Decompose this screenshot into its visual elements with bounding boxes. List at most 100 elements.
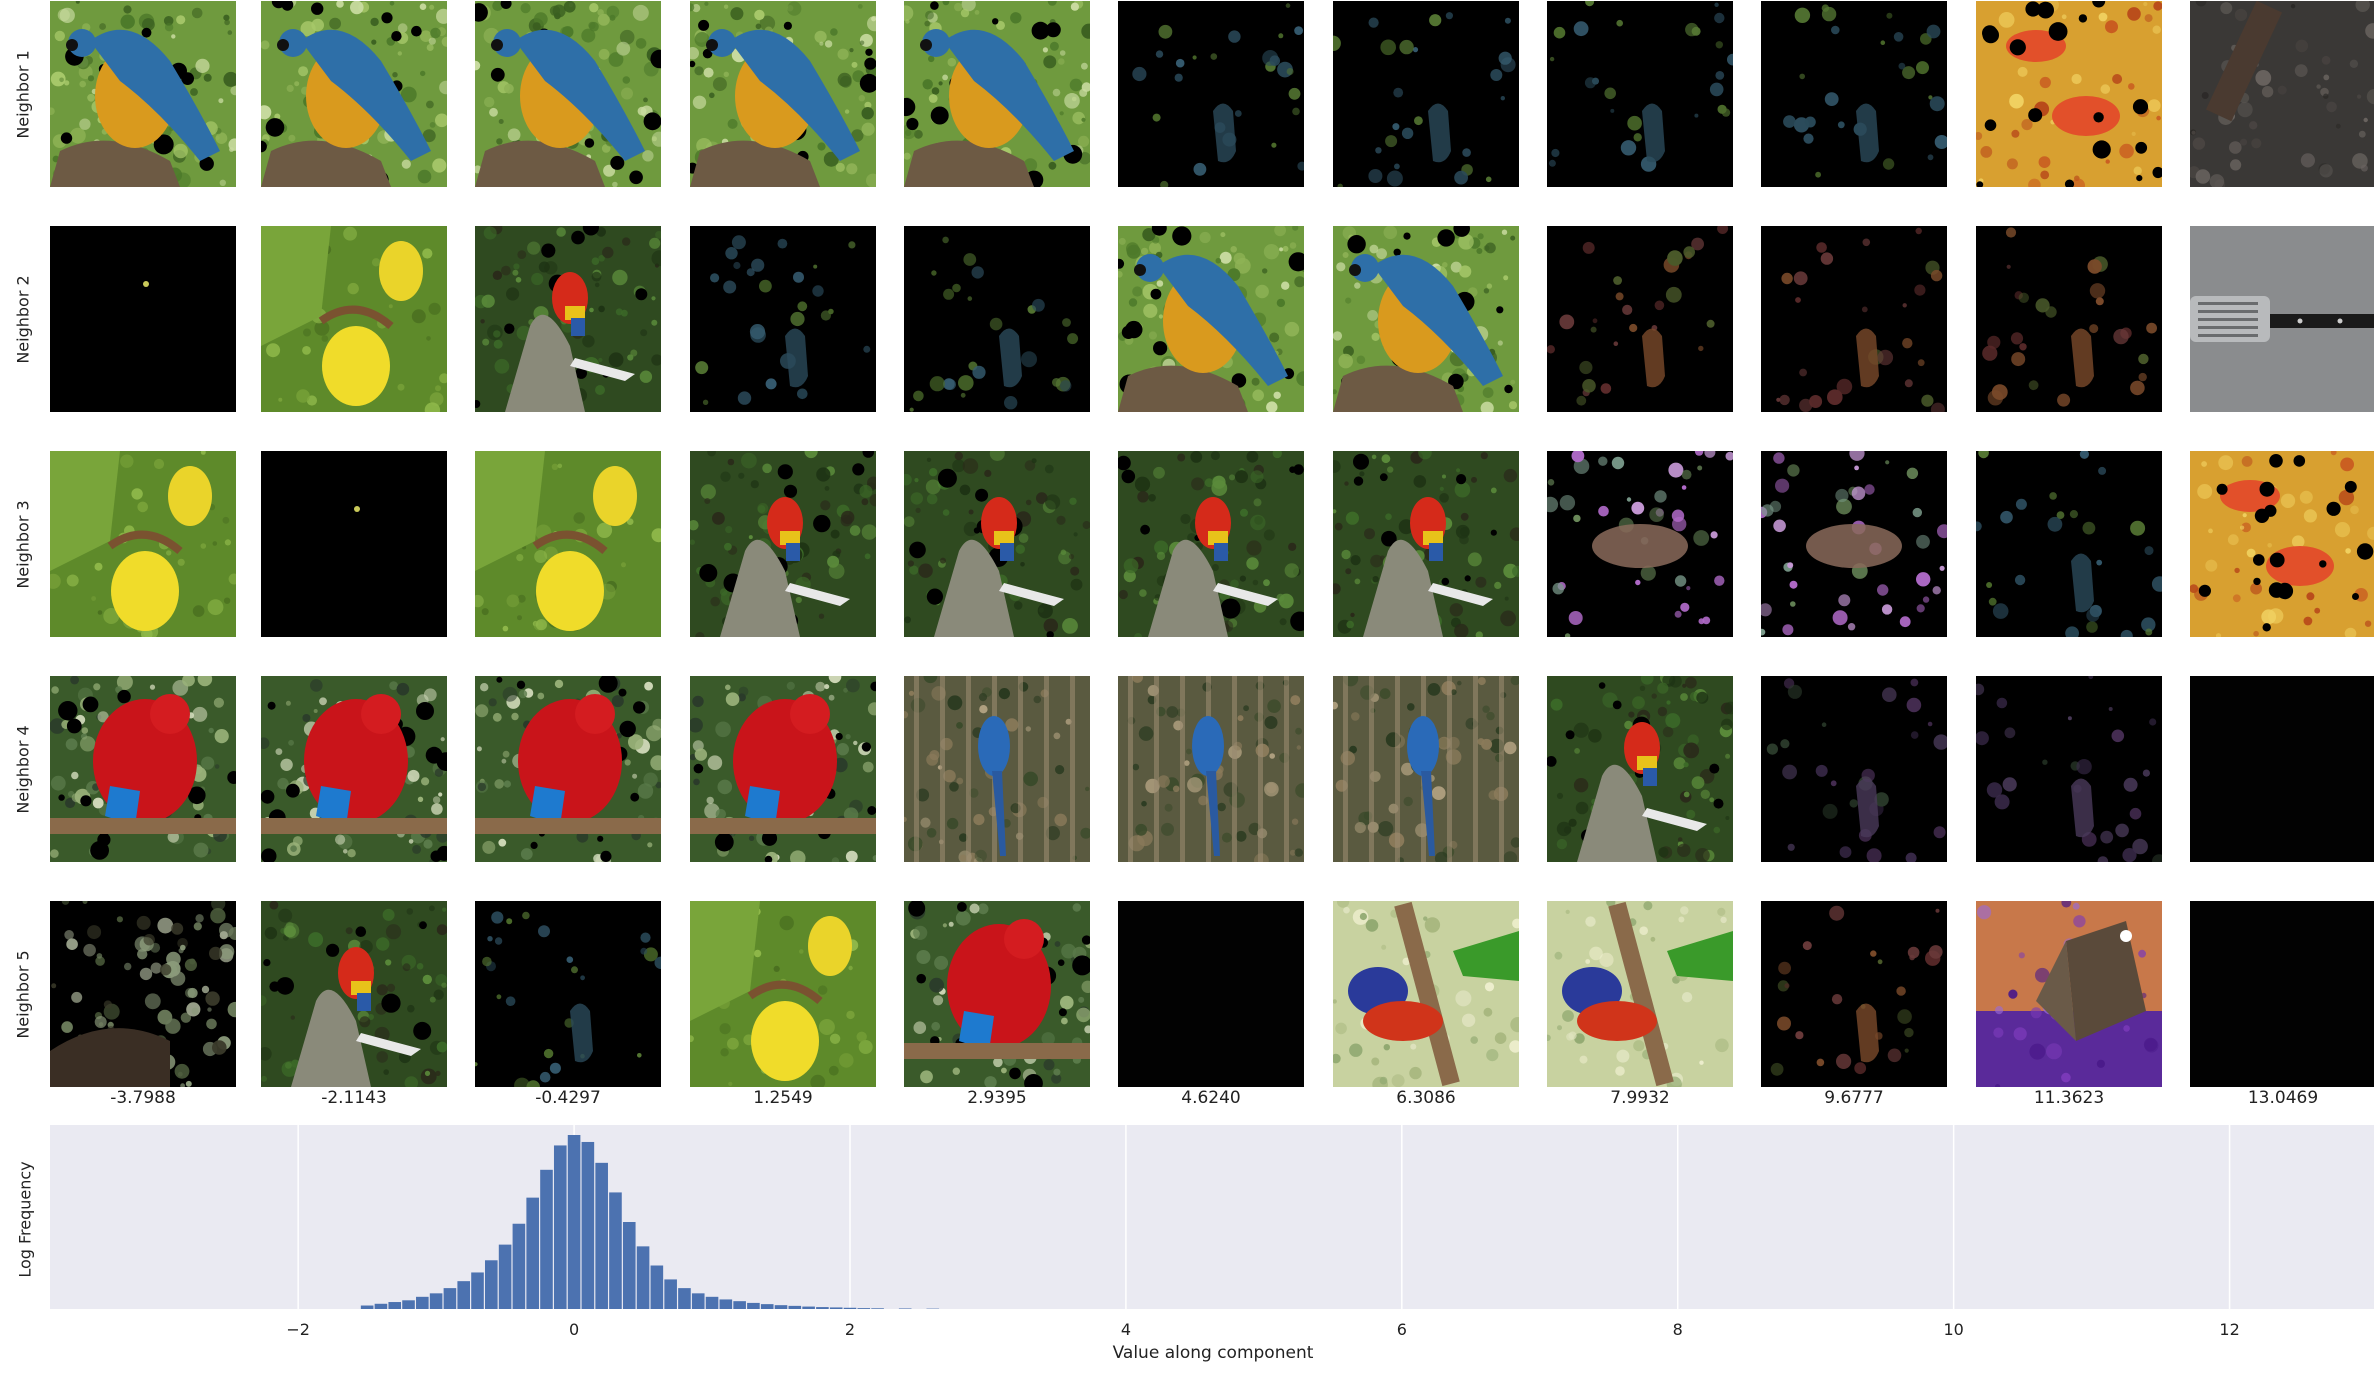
neighbor-image-r4-c2 — [261, 676, 447, 862]
neighbor-image-r3-c9 — [1761, 451, 1947, 637]
neighbor-image-r2-c8 — [1547, 226, 1733, 412]
histogram-bar — [429, 1293, 443, 1309]
neighbor-image-r5-c7 — [1333, 901, 1519, 1087]
row-label-neighbor-1: Neighbor 1 — [13, 49, 33, 139]
histogram-bar — [719, 1299, 733, 1309]
x-tick-label: 10 — [1943, 1320, 1963, 1339]
neighbor-image-r3-c6 — [1118, 451, 1304, 637]
neighbor-image-r3-c5 — [904, 451, 1090, 637]
histogram-bar — [774, 1305, 788, 1309]
neighbor-image-r3-c10 — [1976, 451, 2162, 637]
column-value-label: 11.3623 — [2033, 1088, 2105, 1108]
image-scarlet-macaw-branch — [904, 451, 1090, 637]
image-scarlet-macaw-branch — [690, 451, 876, 637]
histogram-bar — [526, 1197, 539, 1309]
neighbor-image-r2-c6 — [1118, 226, 1304, 412]
image-macaw-blue-gold — [1118, 226, 1304, 412]
histogram-bar — [843, 1307, 857, 1309]
neighbor-image-r2-c11 — [2190, 226, 2374, 412]
histogram-bar — [678, 1288, 691, 1309]
image-dark-sparse-red — [1976, 226, 2162, 412]
image-dark-plants — [50, 901, 236, 1087]
neighbor-image-r2-c9 — [1761, 226, 1947, 412]
histogram-bar — [691, 1293, 705, 1309]
histogram-bar — [402, 1300, 415, 1309]
column-value-label: -3.7988 — [110, 1088, 176, 1108]
row-label-neighbor-3: Neighbor 3 — [13, 499, 33, 589]
neighbor-image-r5-c9 — [1761, 901, 1947, 1087]
histogram-panel: −2 0 2 4 6 8 10 12 Value along component — [0, 1120, 2374, 1382]
neighbor-image-r3-c3 — [475, 451, 661, 637]
neighbor-image-r1-c10 — [1976, 1, 2162, 187]
neighbor-image-r1-c6 — [1118, 1, 1304, 187]
neighbor-image-r5-c2 — [261, 901, 447, 1087]
image-scarlet-macaw-branch — [1333, 451, 1519, 637]
x-tick-label: 2 — [845, 1320, 855, 1339]
image-macaw-blue-gold — [904, 1, 1090, 187]
neighbor-image-r5-c8 — [1547, 901, 1733, 1087]
neighbor-image-r2-c2 — [261, 226, 447, 412]
image-black — [2190, 676, 2374, 862]
x-tick-label: 0 — [569, 1320, 579, 1339]
neighbor-image-r3-c1 — [50, 451, 236, 637]
histogram-bar — [622, 1222, 636, 1309]
column-value-label: 4.6240 — [1181, 1088, 1241, 1108]
x-tick-label: −2 — [286, 1320, 310, 1339]
image-scarlet-macaw-branch — [1547, 676, 1733, 862]
image-red-macaw — [904, 901, 1090, 1087]
histogram-bar — [636, 1246, 650, 1309]
histogram-bar — [705, 1296, 719, 1309]
image-dark-sparse-green — [690, 226, 876, 412]
image-lorikeet-branch — [1333, 901, 1519, 1087]
neighbor-image-r1-c1 — [50, 1, 236, 187]
histogram-bar — [388, 1302, 402, 1309]
x-tick-label: 6 — [1397, 1320, 1407, 1339]
column-value-label: 6.3086 — [1396, 1088, 1456, 1108]
image-black-dot — [50, 226, 236, 412]
x-tick-label: 12 — [2219, 1320, 2239, 1339]
image-pizza — [1976, 1, 2162, 187]
image-yellow-orchid — [475, 451, 661, 637]
x-axis-label: Value along component — [1113, 1343, 1314, 1363]
histogram-bar — [609, 1192, 622, 1309]
x-tick-label: 4 — [1121, 1320, 1131, 1339]
image-blue-macaw-forest — [904, 676, 1090, 862]
histogram-bar — [512, 1223, 526, 1309]
column-value-label: 13.0469 — [2247, 1088, 2319, 1108]
histogram-bar — [374, 1303, 388, 1309]
image-macaw-blue-gold — [475, 1, 661, 187]
image-dark-sparse-purple — [1761, 676, 1947, 862]
histogram-bar — [498, 1244, 512, 1309]
histogram-bar — [581, 1141, 595, 1309]
neighbor-image-r1-c11 — [2190, 1, 2374, 187]
neighbor-image-r3-c11 — [2190, 451, 2374, 637]
histogram-chart: −2 0 2 4 6 8 10 12 Value along component — [50, 1125, 2374, 1363]
neighbor-image-r4-c4 — [690, 676, 876, 862]
image-lorikeet-branch — [1547, 901, 1733, 1087]
image-dark-sparse-red — [1547, 226, 1733, 412]
histogram-bar — [360, 1305, 374, 1309]
image-yellow-orchid — [690, 901, 876, 1087]
column-value-label: 7.9932 — [1610, 1088, 1670, 1108]
histogram-bar — [416, 1296, 429, 1309]
histogram-bar — [540, 1169, 553, 1309]
neighbor-image-r4-c7 — [1333, 676, 1519, 862]
row-label-neighbor-2: Neighbor 2 — [13, 274, 33, 364]
neighbor-image-r4-c6 — [1118, 676, 1304, 862]
neighbor-image-r1-c3 — [475, 1, 661, 187]
image-dark-sparse-red — [1761, 901, 1947, 1087]
image-macaw-blue-gold — [1333, 226, 1519, 412]
image-dark-butterfly-purple — [1547, 451, 1733, 637]
neighbor-image-r4-c1 — [50, 676, 236, 862]
neighbor-image-r5-c4 — [690, 901, 876, 1087]
histogram-bar — [485, 1260, 498, 1309]
histogram-bar — [857, 1308, 871, 1309]
image-scarlet-macaw-branch — [475, 226, 661, 412]
column-value-label: 1.2549 — [753, 1088, 813, 1108]
neighbor-image-r3-c8 — [1547, 451, 1733, 637]
x-tick-label: 8 — [1673, 1320, 1683, 1339]
neighbor-image-r5-c10 — [1976, 901, 2162, 1087]
histogram-bar — [553, 1145, 567, 1309]
neighbor-image-r2-c4 — [690, 226, 876, 412]
image-macaw-blue-gold — [50, 1, 236, 187]
